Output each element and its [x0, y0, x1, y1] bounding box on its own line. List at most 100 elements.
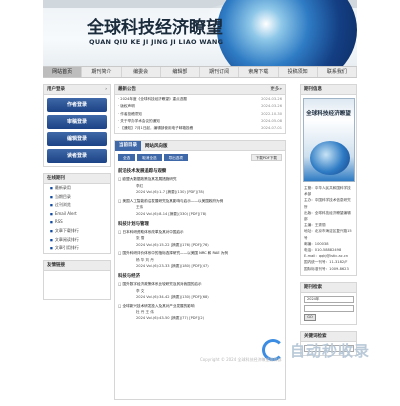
deselect-all-button[interactable]: 取消全选	[137, 154, 162, 162]
article-item: □ 全球新兴技术研发投入及其对产业发展的影响 杜 丹 王 伟 2024 Vol.…	[118, 303, 282, 322]
article-list: 前沿技术发展追踪与观察 □ 欧盟大数据政策及其发展措施研究 李红 2024 Vo…	[115, 168, 285, 321]
pdf-download-button[interactable]: 下载PDF下载	[250, 154, 282, 162]
journal-cover-image[interactable]: 全球科技经济瞭望	[302, 98, 355, 182]
notice-text: · 2024年度《全球科技经济瞭望》重点选题	[118, 97, 187, 101]
notice-header: 最新公告 更多»	[115, 85, 285, 95]
nav-contact[interactable]: 联系我们	[318, 67, 357, 77]
journal-link-archive[interactable]: ■ 过刊浏览	[44, 201, 110, 210]
cover-globe	[309, 141, 350, 175]
bullet-icon: ■	[50, 203, 53, 208]
notice-date: 2022-10-30	[261, 111, 282, 116]
notice-text: · 【通知】7月1日起，编辑部使用电子邮箱投稿	[118, 126, 194, 131]
editor-login-button[interactable]: 编辑登录	[47, 132, 107, 146]
nav-board[interactable]: 编委会	[122, 67, 161, 77]
journal-link-label: 文章阅读排行	[54, 236, 79, 242]
user-login-more[interactable]: ›	[105, 85, 107, 95]
friend-links-box: 友情链接	[43, 259, 111, 300]
info-line: 出版：全球科技经济瞭望编辑部	[304, 210, 351, 222]
notice-item[interactable]: · 2024年度《全球科技经济瞭望》重点选题 2024-03-26	[118, 96, 282, 103]
notice-date: 2024-05-08	[261, 118, 282, 123]
journal-link-label: 最新录用	[54, 185, 71, 190]
journal-link-read-rank[interactable]: ■ 文章阅读排行	[44, 236, 110, 245]
nav-subscribe[interactable]: 期刊订阅	[200, 67, 240, 77]
journal-link-label: 文章下载排行	[54, 227, 79, 233]
main-nav: 网站首页 期刊简介 编委会 编辑部 期刊订阅 索席下载 投稿须知 联系我们	[43, 66, 357, 78]
nav-editorial[interactable]: 编辑部	[161, 67, 200, 77]
notice-item[interactable]: · 关于举办学术会议的通知 2024-05-08	[118, 118, 282, 125]
bullet-icon: ■	[50, 211, 53, 216]
journal-link-current[interactable]: ■ 当期目录	[44, 193, 110, 202]
info-line: 主办：中国科学技术信息研究所	[304, 198, 351, 209]
cover-title: 全球科技经济瞭望	[306, 111, 351, 117]
reader-login-button[interactable]: 读者登录	[47, 149, 107, 163]
article-meta[interactable]: 2024 Vol.(6):34-42 [摘要](130) [PDF](68)	[118, 294, 282, 300]
site-banner: 全球科技经济瞭望 QUAN QIU KE JI JING JI LIAO WAN…	[43, 0, 357, 66]
journal-link-label: Email Alert	[54, 210, 77, 216]
watermark-text: 自动秒收录	[290, 341, 371, 360]
issue-select[interactable]	[304, 304, 354, 312]
globe-image	[217, 0, 357, 66]
journal-info-text: 主管：中华人民共和国科学技术部 主办：中国科学技术信息研究所 出版：全球科技经济…	[301, 185, 356, 275]
journal-link-label: 过刊浏览	[54, 202, 71, 208]
reviewer-login-button[interactable]: 审稿登录	[47, 115, 107, 129]
banner-title: 全球科技经济瞭望	[87, 18, 223, 38]
tab-site-feature[interactable]: 网站风向版	[141, 143, 172, 149]
user-login-title: 用户登录	[47, 87, 65, 92]
watermark: 自动秒收录 Copyright © 2024 全球科技经济瞭望编辑部	[200, 339, 371, 362]
notice-text: · 关于举办学术会议的通知	[118, 118, 160, 123]
toc-toolbar: 全选 取消全选 导出选项 下载PDF下载	[115, 151, 285, 164]
journal-link-download-rank[interactable]: ■ 文章下载排行	[44, 227, 110, 236]
article-meta[interactable]: 2024 Vol.(6):15-22 [摘要](176) [PDF](76)	[118, 242, 282, 248]
nav-guide[interactable]: 投稿须知	[279, 67, 318, 77]
article-meta[interactable]: 2024 Vol.(6):23-33 [摘要](180) [PDF](47)	[118, 263, 282, 269]
toc-header: 当前目录 网站风向版	[115, 141, 285, 152]
article-meta[interactable]: 2024 Vol.(6):8-14 [摘要](330) [PDF](78)	[118, 211, 282, 217]
notice-title: 最新公告	[118, 87, 136, 92]
notice-more-link[interactable]: 更多»	[270, 85, 282, 95]
info-line: 国际标准刊号：1009-8623	[304, 266, 349, 271]
journal-link-rss[interactable]: ■ RSS	[44, 218, 110, 227]
select-all-button[interactable]: 全选	[118, 154, 136, 162]
period-search-box: 期刊检索 2024年 GO	[300, 281, 357, 325]
user-login-header: 用户登录 ›	[44, 85, 110, 95]
notice-item[interactable]: · 作者投稿须知 2022-10-30	[118, 111, 282, 118]
right-column: 期刊信息 全球科技经济瞭望 主管：中华人民共和国科学技术部 主办：中国科学技术信…	[300, 84, 357, 362]
banner-subtitle: QUAN QIU KE JI JING JI LIAO WANG	[89, 38, 224, 46]
notice-date: 2024-03-26	[261, 97, 282, 101]
nav-about[interactable]: 期刊简介	[82, 67, 122, 77]
notice-list: · 2024年度《全球科技经济瞭望》重点选题 2024-03-26 · 版权声明 2…	[115, 95, 285, 133]
journal-link-cite-rank[interactable]: ■ 文章引用排行	[44, 244, 110, 253]
article-item: □ 国外科研评价体系中的指标选择研究——以美国 NRC 和 RAE 为例 杨 华…	[118, 250, 282, 269]
nav-download[interactable]: 索席下载	[239, 67, 279, 77]
article-meta[interactable]: 2024 Vol.(6):1-7 [摘要](130) [PDF](78)	[118, 189, 282, 195]
notice-item[interactable]: · 版权声明 2024-03-26	[118, 103, 282, 110]
period-search-form: 2024年 GO	[301, 293, 356, 324]
info-line: 主管：中华人民共和国科学技术部	[304, 186, 351, 197]
author-login-button[interactable]: 作者登录	[47, 98, 107, 112]
article-meta[interactable]: 2024 Vol.(6):43-50 [摘要](77) [PDF](2)	[118, 315, 282, 321]
nav-home[interactable]: 网站首页	[43, 67, 83, 77]
journal-link-email-alert[interactable]: ■ Email Alert	[44, 210, 110, 219]
article-item: □ 欧盟大数据政策及其发展措施研究 李红 2024 Vol.(6):1-7 [摘…	[118, 176, 282, 195]
export-button[interactable]: 导出选项	[163, 154, 188, 162]
notice-item[interactable]: · 【通知】7月1日起，编辑部使用电子邮箱投稿 2024-07-01	[118, 125, 282, 132]
period-go-button[interactable]: GO	[304, 313, 316, 321]
bullet-icon: ■	[50, 194, 53, 199]
year-select[interactable]: 2024年	[304, 295, 354, 303]
article-item: □ 日本科研资助体系改革及其对中国启示 张 雪 2024 Vol.(6):15-…	[118, 229, 282, 248]
notice-text: · 版权声明	[118, 104, 135, 109]
journal-info-header: 期刊信息	[301, 85, 356, 95]
info-line: 国内统一刊号：11-3182/F	[304, 260, 348, 265]
bullet-icon: ■	[50, 246, 53, 251]
section-heading: 科技与经济	[118, 274, 140, 280]
bullet-icon: ■	[50, 220, 53, 225]
watermark-subtext: Copyright © 2024 全球科技经济瞭望编辑部	[200, 357, 282, 362]
journal-link-accepted[interactable]: ■ 最新录用	[44, 184, 110, 193]
bullet-icon: ■	[50, 186, 53, 190]
bullet-icon: ■	[50, 237, 53, 242]
online-journal-box: 在线期刊 ■ 最新录用 ■ 当期目录 ■ 过刊浏览 ■ Email Alert ■ RSS…	[43, 173, 111, 254]
online-journal-header: 在线期刊	[44, 174, 110, 184]
friend-links-header: 友情链接	[44, 260, 110, 271]
tab-current-issue[interactable]: 当前目录	[115, 141, 141, 151]
article-item: □ 美国人工智能前沿发展研究及其影响与启示——以美国政府为例 王伟 2024 V…	[118, 198, 282, 217]
